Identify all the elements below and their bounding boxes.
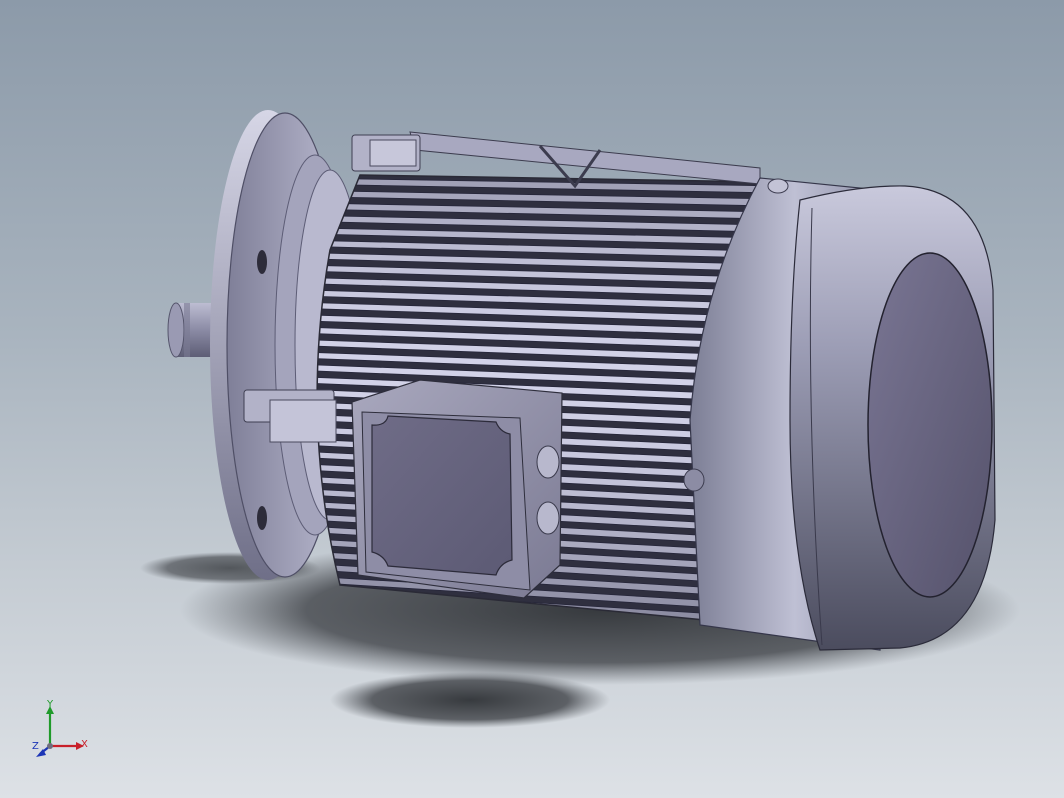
screw <box>767 178 789 194</box>
y-axis-label: Y <box>47 699 54 710</box>
terminal-box <box>351 379 563 599</box>
cable-gland <box>536 445 560 479</box>
bolt-hole <box>257 506 267 530</box>
cable-gland <box>536 501 560 535</box>
x-axis-label: X <box>81 739 88 750</box>
screw <box>683 468 705 492</box>
bolt-hole <box>257 250 267 274</box>
z-axis-label: Z <box>32 741 39 752</box>
axis-triad-icon <box>36 706 84 757</box>
graphics-viewport[interactable]: X Y Z <box>0 0 1064 798</box>
fan-cover <box>683 177 996 651</box>
motor-3d-model[interactable] <box>0 0 1064 798</box>
coordinate-triad: X Y Z <box>28 700 98 764</box>
